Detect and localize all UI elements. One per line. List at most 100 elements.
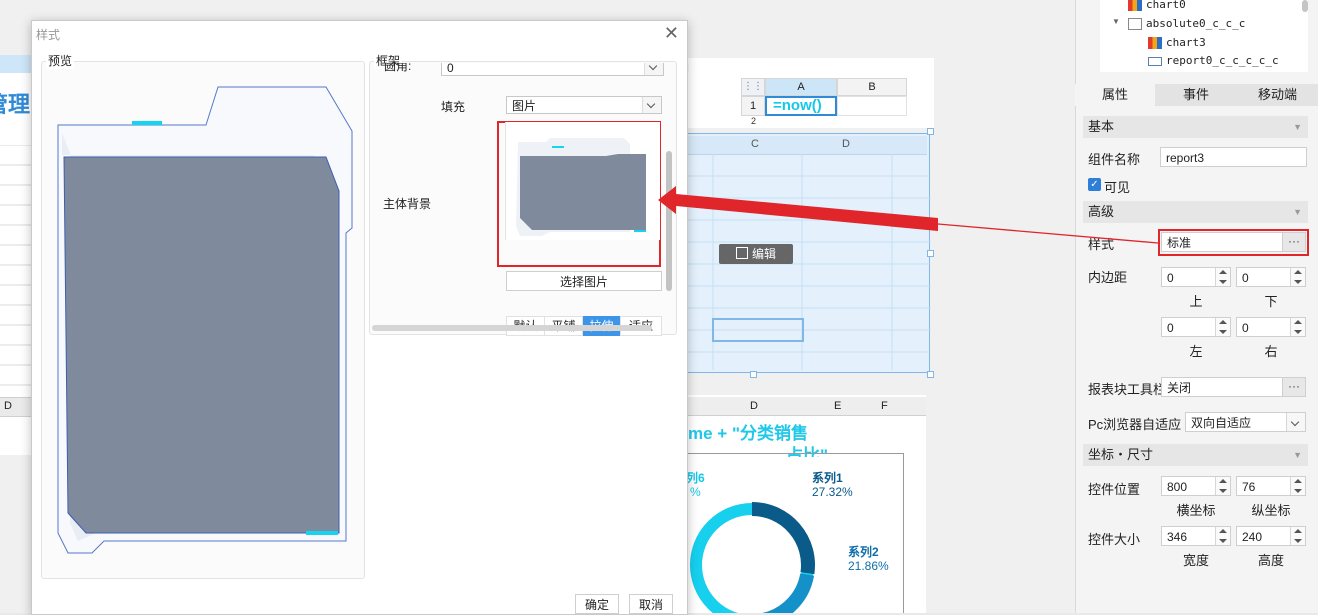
size-h-sub: 高度 bbox=[1257, 553, 1284, 568]
donut-slice-2 bbox=[761, 573, 815, 613]
toolbar-more-button[interactable]: ··· bbox=[1282, 378, 1305, 396]
series2-name: 系列2 bbox=[848, 545, 879, 559]
pc-adapt-label: Pc浏览器自适应 bbox=[1088, 417, 1182, 432]
pc-adapt-select[interactable]: 双向自适应 bbox=[1185, 412, 1306, 432]
cancel-button[interactable]: 取消 bbox=[629, 594, 673, 614]
chart-icon bbox=[1128, 0, 1142, 11]
tab-properties[interactable]: 属性 bbox=[1075, 84, 1155, 106]
left-title-fragment: 管理 bbox=[0, 92, 31, 117]
bg-image-thumb[interactable] bbox=[505, 122, 660, 240]
chevron-down-icon[interactable] bbox=[642, 97, 661, 113]
tree-item-chart0[interactable]: chart0 bbox=[1128, 0, 1186, 14]
toolbar-input[interactable]: 关闭 ··· bbox=[1161, 377, 1306, 397]
spinner-icon[interactable] bbox=[1290, 527, 1305, 545]
thumb-image bbox=[516, 138, 646, 236]
position-x-sub: 横坐标 bbox=[1176, 503, 1216, 518]
preview-image bbox=[57, 86, 353, 554]
row-header-1[interactable]: 1 bbox=[741, 96, 765, 116]
tree-item-chart3[interactable]: chart3 bbox=[1148, 34, 1206, 52]
series6-name: 列6 bbox=[686, 471, 705, 485]
spinner-icon[interactable] bbox=[1215, 477, 1230, 495]
left-sheet: 管理 D bbox=[0, 55, 31, 455]
padding-bottom-input[interactable]: 0 bbox=[1236, 267, 1306, 287]
edit-button[interactable]: 编辑 bbox=[719, 244, 793, 264]
ok-button[interactable]: 确定 bbox=[575, 594, 619, 614]
series6-pct: % bbox=[690, 485, 701, 499]
frame-scrollbar-h[interactable] bbox=[372, 325, 652, 331]
left-col-label: D bbox=[4, 400, 12, 412]
section-basic[interactable]: 基本 ▼ bbox=[1083, 116, 1308, 138]
position-y-input[interactable]: 76 bbox=[1236, 476, 1306, 496]
col-header-b[interactable]: B bbox=[837, 78, 907, 96]
tab-mobile[interactable]: 移动端 bbox=[1237, 84, 1318, 106]
chevron-down-icon: ▼ bbox=[1293, 450, 1302, 460]
dialog-title: 样式 bbox=[36, 28, 61, 42]
corner-label: 圆角: bbox=[384, 63, 412, 73]
style-input[interactable]: 标准 ··· bbox=[1161, 232, 1306, 252]
tree-item-absolute[interactable]: absolute0_c_c_c bbox=[1128, 15, 1245, 33]
chevron-down-icon: ▼ bbox=[1293, 122, 1302, 132]
chart-col-d: D bbox=[750, 400, 758, 412]
spinner-icon[interactable] bbox=[1215, 527, 1230, 545]
section-coords[interactable]: 坐标・尺寸 ▼ bbox=[1083, 444, 1308, 466]
spinner-icon[interactable] bbox=[1290, 318, 1305, 336]
corner-select[interactable]: 0 bbox=[441, 63, 664, 76]
donut-chart bbox=[690, 502, 815, 613]
size-w-input[interactable]: 346 bbox=[1161, 526, 1231, 546]
sheet1[interactable]: ⋮⋮ A B 1 =now() 2 bbox=[741, 78, 907, 126]
formula-cell[interactable]: =now() bbox=[765, 96, 837, 116]
chevron-down-icon[interactable] bbox=[644, 63, 663, 75]
visible-checkbox[interactable]: ✓ bbox=[1088, 178, 1101, 191]
chart-icon bbox=[1148, 37, 1162, 49]
report-col-c: C bbox=[751, 138, 759, 150]
chart-label-series6: 列6 % bbox=[686, 471, 705, 499]
padding-top-sub: 上 bbox=[1189, 294, 1203, 309]
padding-bottom-sub: 下 bbox=[1264, 294, 1278, 309]
spinner-icon[interactable] bbox=[1290, 268, 1305, 286]
chart-sheet: D E F me + "分类销售 占比" 系列1 27.32% 系列2 21.8… bbox=[686, 395, 926, 613]
section-advanced[interactable]: 高级 ▼ bbox=[1083, 201, 1308, 223]
preview-label: 预览 bbox=[46, 52, 75, 69]
report-icon bbox=[1148, 56, 1162, 66]
chart-col-e: E bbox=[834, 400, 842, 412]
frame-scrollbar-v[interactable] bbox=[666, 151, 672, 291]
position-x-input[interactable]: 800 bbox=[1161, 476, 1231, 496]
chevron-down-icon: ▼ bbox=[1293, 207, 1302, 217]
padding-left-sub: 左 bbox=[1189, 344, 1203, 359]
select-image-button[interactable]: 选择图片 bbox=[506, 271, 662, 291]
padding-left-input[interactable]: 0 bbox=[1161, 317, 1231, 337]
fill-label: 填充 bbox=[441, 100, 466, 114]
chevron-down-icon[interactable] bbox=[1286, 413, 1305, 431]
position-label: 控件位置 bbox=[1088, 482, 1141, 497]
spinner-icon[interactable] bbox=[1215, 318, 1230, 336]
series2-pct: 21.86% bbox=[848, 559, 889, 573]
fill-select[interactable]: 图片 bbox=[506, 96, 662, 114]
size-h-input[interactable]: 240 bbox=[1236, 526, 1306, 546]
tree-scrollbar[interactable] bbox=[1302, 0, 1308, 12]
component-name-label: 组件名称 bbox=[1088, 152, 1141, 167]
style-more-button[interactable]: ··· bbox=[1282, 233, 1305, 251]
padding-label: 内边距 bbox=[1088, 270, 1128, 285]
col-header-a[interactable]: A bbox=[765, 78, 837, 96]
edit-button-label: 编辑 bbox=[751, 247, 776, 261]
visible-label: 可见 bbox=[1104, 180, 1131, 195]
spinner-icon[interactable] bbox=[1290, 477, 1305, 495]
size-label: 控件大小 bbox=[1088, 532, 1141, 547]
spinner-icon[interactable] bbox=[1215, 268, 1230, 286]
report-block[interactable]: C D 编辑 bbox=[686, 133, 931, 373]
padding-right-input[interactable]: 0 bbox=[1236, 317, 1306, 337]
style-dialog: 样式 ✕ 预览 框架 圆角: 0 填充 图片 主体背景 选择图片 默认 平铺 拉… bbox=[31, 20, 688, 615]
tree-item-report[interactable]: report0_c_c_c_c_c bbox=[1148, 52, 1279, 70]
chart-label-series2: 系列2 21.86% bbox=[848, 545, 889, 573]
padding-top-input[interactable]: 0 bbox=[1161, 267, 1231, 287]
series1-pct: 27.32% bbox=[812, 485, 853, 499]
chart-col-f: F bbox=[881, 400, 888, 412]
series1-name: 系列1 bbox=[812, 471, 843, 485]
tab-events[interactable]: 事件 bbox=[1155, 84, 1237, 106]
row-header-2: 2 bbox=[751, 116, 757, 126]
close-icon[interactable]: ✕ bbox=[664, 23, 679, 43]
report-col-d: D bbox=[842, 138, 850, 150]
component-name-input[interactable]: report3 bbox=[1160, 147, 1307, 167]
component-tree: chart0 ▼ absolute0_c_c_c chart3 report0_… bbox=[1100, 0, 1308, 72]
tree-expand-icon[interactable]: ▼ bbox=[1112, 17, 1120, 26]
